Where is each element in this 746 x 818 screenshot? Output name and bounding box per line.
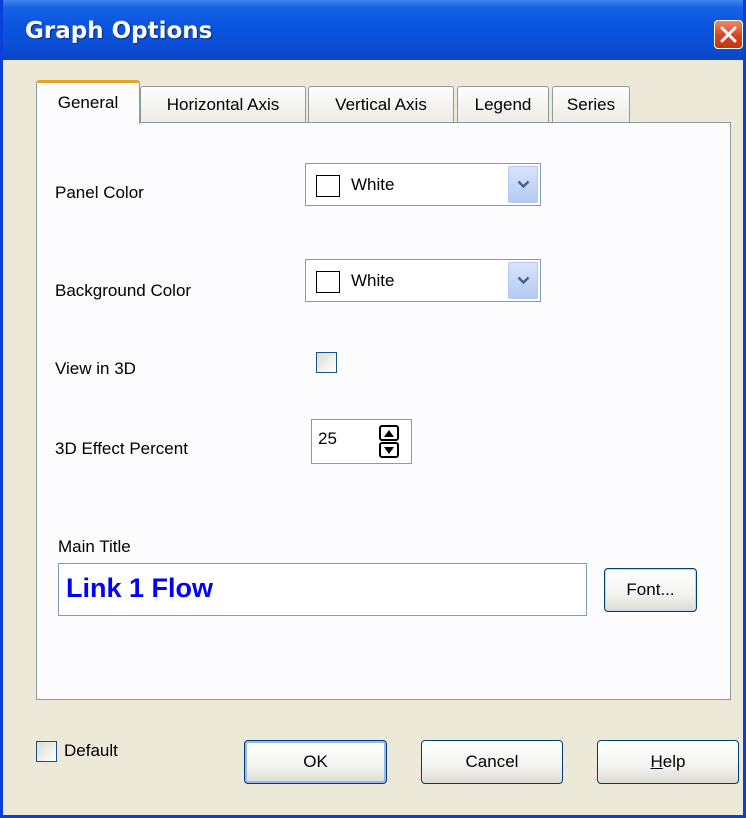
tab-series-label: Series — [566, 95, 616, 114]
background-color-swatch — [316, 271, 340, 293]
help-button[interactable]: Help — [597, 740, 739, 784]
effect-percent-label: 3D Effect Percent — [55, 439, 188, 458]
spin-down-button[interactable] — [379, 442, 399, 458]
title-bar[interactable]: Graph Options — [3, 0, 743, 60]
tab-vertical-axis[interactable]: Vertical Axis — [308, 86, 454, 123]
window-title: Graph Options — [25, 18, 213, 44]
font-button[interactable]: Font... — [604, 568, 697, 612]
background-color-label: Background Color — [55, 281, 192, 300]
effect-percent-value: 25 — [318, 429, 337, 448]
chevron-down-icon — [517, 276, 530, 285]
arrow-down-icon — [384, 447, 394, 454]
tab-horizontal-axis-label: Horizontal Axis — [166, 95, 280, 114]
background-color-value: White — [351, 271, 395, 290]
close-button[interactable] — [714, 20, 743, 49]
tab-horizontal-axis[interactable]: Horizontal Axis — [140, 86, 306, 123]
main-title-label: Main Title — [58, 537, 131, 556]
view-in-3d-checkbox[interactable] — [316, 352, 337, 373]
tab-vertical-axis-label: Vertical Axis — [335, 95, 427, 114]
panel-color-dropdown[interactable]: White — [305, 163, 541, 206]
ok-button[interactable]: OK — [244, 740, 387, 784]
chevron-down-icon — [517, 180, 530, 189]
default-checkbox[interactable] — [36, 741, 57, 762]
close-icon — [720, 26, 737, 43]
cancel-button[interactable]: Cancel — [421, 740, 563, 784]
tab-general-label: General — [57, 93, 119, 112]
help-button-mnemonic: H — [650, 752, 663, 771]
effect-percent-spinner[interactable]: 25 — [311, 419, 412, 464]
graph-options-dialog: Graph Options General Horizontal Axis Ve… — [0, 0, 746, 818]
spin-up-button[interactable] — [379, 425, 399, 441]
main-title-input[interactable]: Link 1 Flow — [58, 563, 587, 616]
view-in-3d-label: View in 3D — [55, 359, 136, 378]
panel-color-value: White — [351, 175, 395, 194]
arrow-up-icon — [384, 430, 394, 437]
tab-general[interactable]: General — [36, 80, 140, 124]
panel-color-label: Panel Color — [55, 183, 144, 202]
tab-legend[interactable]: Legend — [457, 86, 549, 123]
help-button-label: elp — [662, 752, 686, 771]
background-color-dropdown[interactable]: White — [305, 259, 541, 302]
tab-legend-label: Legend — [474, 95, 532, 114]
panel-color-swatch — [316, 175, 340, 197]
default-label: Default — [64, 741, 118, 760]
tab-series[interactable]: Series — [552, 86, 630, 123]
panel-color-dropdown-button[interactable] — [508, 166, 538, 203]
background-color-dropdown-button[interactable] — [508, 262, 538, 299]
